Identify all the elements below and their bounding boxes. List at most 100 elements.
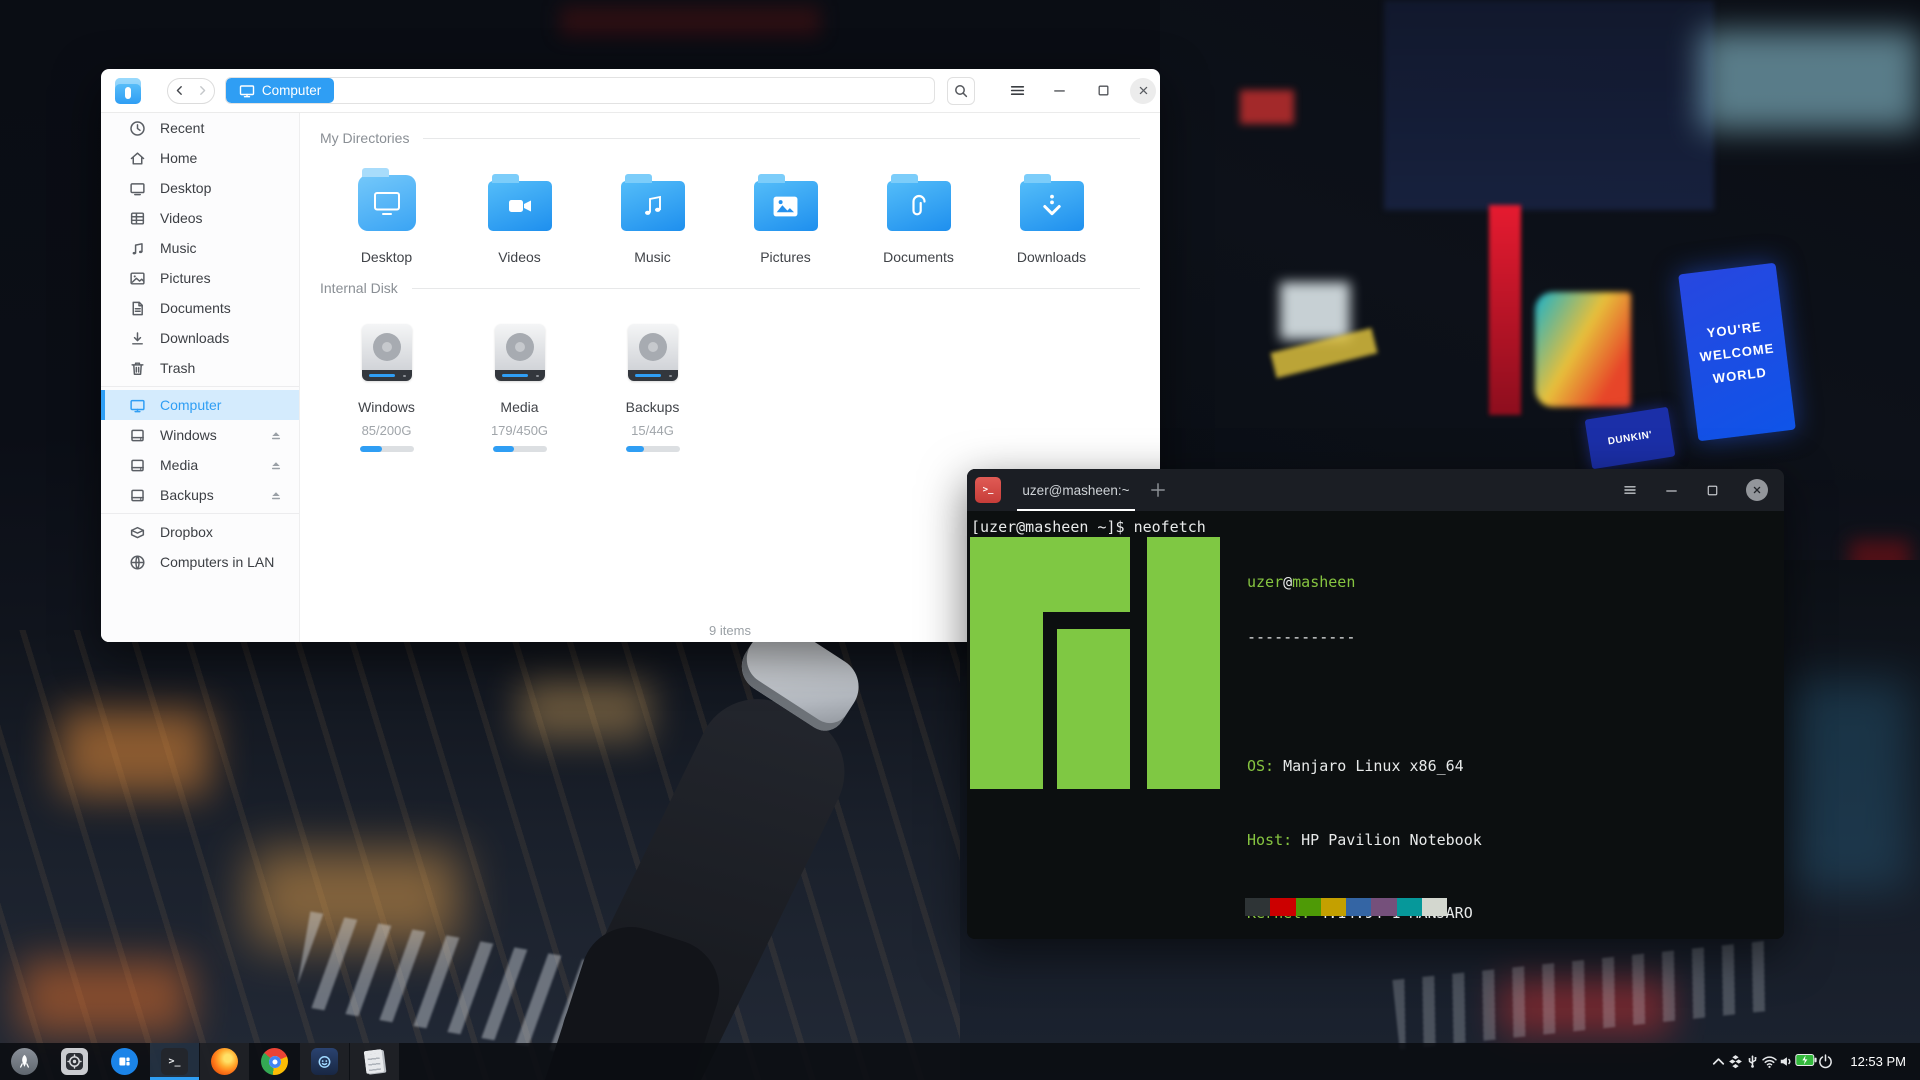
eject-icon[interactable] (269, 458, 283, 472)
drive-icon (129, 457, 146, 474)
drive-item[interactable]: Windows 85/200G (320, 319, 453, 452)
terminal-app-icon: >_ (975, 477, 1001, 503)
billboard-glow (1700, 30, 1920, 130)
dock-app[interactable] (100, 1043, 149, 1080)
search-button[interactable] (947, 77, 975, 105)
directory-item[interactable]: Documents (852, 169, 985, 265)
back-button[interactable] (168, 83, 191, 98)
forward-button[interactable] (191, 83, 214, 98)
directory-label: Videos (498, 249, 541, 265)
chevron-up-icon[interactable] (1710, 1053, 1727, 1070)
dock-app[interactable] (300, 1043, 349, 1080)
section-header: Internal Disk (320, 279, 1140, 297)
section-title: Internal Disk (320, 280, 398, 296)
directory-item[interactable]: Videos (453, 169, 586, 265)
sidebar-item[interactable]: Trash (101, 353, 299, 383)
dock-app[interactable] (250, 1043, 299, 1080)
sidebar-item[interactable]: Computers in LAN (101, 547, 299, 577)
directory-item[interactable]: Music (586, 169, 719, 265)
sidebar-item[interactable]: Dropbox (101, 517, 299, 547)
sidebar-item-label: Trash (160, 360, 195, 376)
eject-icon[interactable] (269, 488, 283, 502)
battery-charging-icon[interactable] (1795, 1053, 1817, 1070)
breadcrumb-computer[interactable]: Computer (226, 78, 334, 103)
sidebar-item-label: Computers in LAN (160, 554, 274, 570)
dropbox-tray-icon[interactable] (1727, 1053, 1744, 1070)
system-tray: 12:53 PM (1710, 1053, 1920, 1070)
billboard-text: WORLD (1712, 364, 1768, 385)
menu-button[interactable] (1009, 82, 1026, 99)
dock-app[interactable] (200, 1043, 249, 1080)
terminal-menu-button[interactable] (1622, 482, 1638, 498)
terminal-close-button[interactable] (1746, 479, 1768, 501)
sidebar-item[interactable]: Desktop (101, 173, 299, 203)
new-tab-button[interactable] (1149, 481, 1167, 499)
terminal-minimize-button[interactable] (1664, 483, 1679, 498)
close-button[interactable] (1130, 78, 1156, 104)
terminal-maximize-button[interactable] (1705, 483, 1720, 498)
multitasking-icon (111, 1048, 138, 1075)
red-sign (1489, 205, 1521, 415)
dock-app[interactable]: >_ (150, 1043, 199, 1080)
terminal-tab[interactable]: uzer@masheen:~ (1017, 469, 1135, 511)
clock-icon (129, 120, 146, 137)
sidebar-item[interactable]: Documents (101, 293, 299, 323)
sidebar-item[interactable]: Videos (101, 203, 299, 233)
sidebar-item[interactable]: Music (101, 233, 299, 263)
terminal-window: >_ uzer@masheen:~ [uzer@masheen ~]$ neof… (967, 469, 1784, 939)
file-manager-app-icon (115, 78, 141, 104)
sidebar-item[interactable]: Computer (101, 390, 299, 420)
terminal-titlebar[interactable]: >_ uzer@masheen:~ (967, 469, 1784, 511)
sidebar-item[interactable]: Downloads (101, 323, 299, 353)
terminal-color-palette (1245, 898, 1447, 916)
wifi-icon[interactable] (1761, 1053, 1778, 1070)
sidebar-item[interactable]: Backups (101, 480, 299, 510)
address-bar[interactable]: Computer (225, 77, 935, 104)
palette-swatch (1371, 898, 1396, 916)
dropbox-icon (129, 524, 146, 541)
dock-app[interactable] (0, 1043, 49, 1080)
bright-screen (1280, 282, 1350, 340)
sidebar-item[interactable]: Recent (101, 113, 299, 143)
minimize-button[interactable] (1048, 80, 1070, 102)
file-manager-titlebar[interactable]: Computer (101, 69, 1160, 113)
manjaro-logo (1057, 629, 1130, 789)
drive-item[interactable]: Backups 15/44G (586, 319, 719, 452)
directory-label: Pictures (760, 249, 811, 265)
sidebar-item-label: Windows (160, 427, 217, 443)
directory-item[interactable]: Downloads (985, 169, 1118, 265)
drive-item[interactable]: Media 179/450G (453, 319, 586, 452)
directory-item[interactable]: Pictures (719, 169, 852, 265)
volume-icon[interactable] (1778, 1053, 1795, 1070)
firefox-icon (211, 1048, 238, 1075)
usb-icon[interactable] (1744, 1053, 1761, 1070)
dock-app[interactable] (350, 1043, 399, 1080)
drive-usage-bar (493, 446, 547, 452)
palette-swatch (1321, 898, 1346, 916)
directory-item[interactable]: Desktop (320, 169, 453, 265)
billboard-glow (1384, 0, 1714, 210)
power-icon[interactable] (1817, 1053, 1834, 1070)
drive-capacity: 85/200G (362, 423, 412, 438)
neofetch-line: OS:Manjaro Linux x86_64 (1247, 757, 1608, 775)
drive-icon (129, 427, 146, 444)
monitor-icon (129, 397, 146, 414)
palette-swatch (1270, 898, 1295, 916)
eject-icon[interactable] (269, 428, 283, 442)
drive-label: Backups (626, 399, 680, 415)
maximize-button[interactable] (1092, 80, 1114, 102)
section-divider (412, 288, 1140, 289)
street-light-glow (60, 710, 210, 795)
terminal-output[interactable]: [uzer@masheen ~]$ neofetch uzer@masheen … (967, 511, 1784, 939)
dock: >_ (0, 1043, 400, 1080)
sidebar-item[interactable]: Windows (101, 420, 299, 450)
taskbar-clock[interactable]: 12:53 PM (1850, 1054, 1906, 1069)
sidebar-item[interactable]: Media (101, 450, 299, 480)
sidebar-item[interactable]: Pictures (101, 263, 299, 293)
palette-swatch (1422, 898, 1447, 916)
dock-app[interactable] (50, 1043, 99, 1080)
neofetch-divider: ------------ (1247, 628, 1608, 646)
sidebar-separator (101, 513, 299, 514)
sidebar-item[interactable]: Home (101, 143, 299, 173)
text-editor-icon (361, 1048, 388, 1075)
